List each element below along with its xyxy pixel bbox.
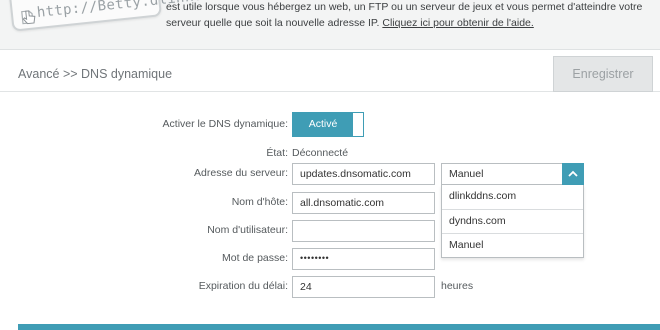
chevron-up-icon[interactable] bbox=[562, 163, 584, 185]
hostname-input[interactable]: all.dnsomatic.com bbox=[292, 192, 435, 214]
server-address-label: Adresse du serveur: bbox=[194, 167, 288, 179]
timeout-label: Expiration du délai: bbox=[198, 280, 288, 292]
timeout-row: Expiration du délai: 24 heures bbox=[0, 276, 660, 298]
ddns-enable-row: Activer le DNS dynamique: Activé bbox=[0, 112, 660, 137]
help-link[interactable]: Cliquez ici pour obtenir de l'aide. bbox=[382, 17, 533, 29]
username-label: Nom d'utilisateur: bbox=[207, 224, 288, 236]
password-label: Mot de passe: bbox=[222, 252, 288, 264]
hand-pointer-icon bbox=[22, 10, 36, 25]
server-address-input[interactable]: updates.dnsomatic.com bbox=[292, 163, 435, 185]
timeout-unit: heures bbox=[441, 280, 474, 292]
username-input[interactable] bbox=[292, 220, 435, 242]
banner-description: est utile lorsque vous hébergez un web, … bbox=[166, 0, 652, 31]
username-row: Nom d'utilisateur: bbox=[0, 220, 660, 242]
status-row: État: Déconnecté bbox=[0, 143, 660, 165]
server-select[interactable]: Manuel bbox=[441, 163, 584, 185]
status-label: État: bbox=[266, 147, 288, 159]
password-row: Mot de passe: •••••••• bbox=[0, 248, 660, 270]
ddns-enable-toggle[interactable]: Activé bbox=[292, 112, 364, 137]
toggle-on-label: Activé bbox=[293, 113, 353, 136]
status-value: Déconnecté bbox=[292, 147, 349, 159]
bottom-accent-bar bbox=[18, 324, 660, 330]
section-header: Avancé >> DNS dynamique Enregistrer bbox=[0, 56, 660, 92]
hostname-row: Nom d'hôte: all.dnsomatic.com bbox=[0, 192, 660, 214]
server-select-value: Manuel bbox=[449, 168, 484, 180]
hostname-label: Nom d'hôte: bbox=[231, 196, 288, 208]
timeout-input[interactable]: 24 bbox=[292, 276, 435, 298]
ddns-enable-label: Activer le DNS dynamique: bbox=[162, 118, 288, 130]
password-input[interactable]: •••••••• bbox=[292, 248, 435, 270]
save-button[interactable]: Enregistrer bbox=[553, 56, 653, 92]
info-banner: http://Betty.dlink.c est utile lorsque v… bbox=[0, 0, 660, 50]
browser-address-bar-icon: http://Betty.dlink.c bbox=[8, 0, 211, 32]
breadcrumb: Avancé >> DNS dynamique bbox=[18, 67, 173, 81]
